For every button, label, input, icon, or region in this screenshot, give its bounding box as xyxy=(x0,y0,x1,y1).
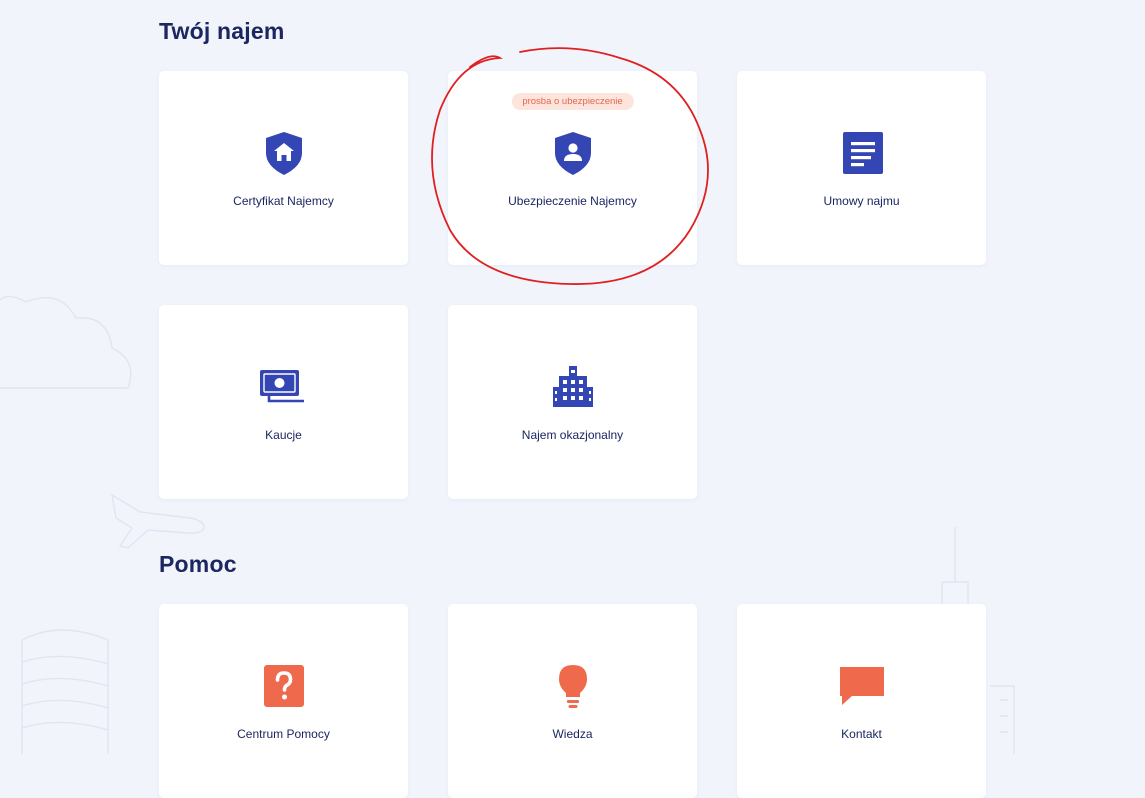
card-help-center[interactable]: Centrum Pomocy xyxy=(159,604,408,798)
shield-home-icon xyxy=(260,129,308,177)
document-icon xyxy=(838,129,886,177)
card-knowledge[interactable]: Wiedza xyxy=(448,604,697,798)
card-label: Centrum Pomocy xyxy=(237,727,330,741)
card-contact[interactable]: Kontakt xyxy=(737,604,986,798)
building-icon xyxy=(549,363,597,411)
card-tenant-insurance[interactable]: prosba o ubezpieczenie Ubezpieczenie Naj… xyxy=(448,71,697,265)
chat-bubble-icon xyxy=(838,662,886,710)
card-label: Umowy najmu xyxy=(823,194,900,208)
card-label: Kaucje xyxy=(265,428,302,442)
card-label: Najem okazjonalny xyxy=(521,428,624,442)
card-label: Certyfikat Najemcy xyxy=(233,194,334,208)
card-occasional-rental[interactable]: Najem okazjonalny xyxy=(448,305,697,499)
section-title-rental: Twój najem xyxy=(159,18,285,44)
card-rental-agreements[interactable]: Umowy najmu xyxy=(737,71,986,265)
question-icon xyxy=(260,662,308,710)
card-label: Kontakt xyxy=(841,727,882,741)
shield-user-icon xyxy=(549,129,597,177)
card-label: Ubezpieczenie Najemcy xyxy=(508,194,637,208)
status-badge: prosba o ubezpieczenie xyxy=(511,93,634,110)
card-deposits[interactable]: Kaucje xyxy=(159,305,408,499)
card-tenant-certificate[interactable]: Certyfikat Najemcy xyxy=(159,71,408,265)
section-title-help: Pomoc xyxy=(159,551,237,577)
lightbulb-icon xyxy=(549,662,597,710)
money-icon xyxy=(259,363,308,411)
card-label: Wiedza xyxy=(552,727,593,741)
